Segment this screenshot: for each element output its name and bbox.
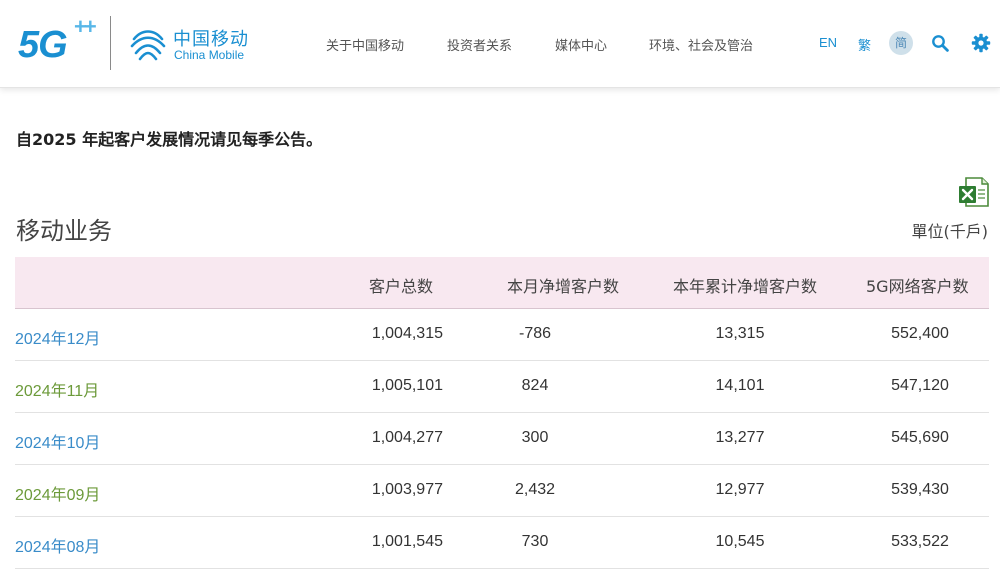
row-month-link[interactable]: 2024年08月 (15, 533, 100, 557)
row-month-link[interactable]: 2024年10月 (15, 429, 100, 453)
cell-total-customers: 1,004,315 (371, 325, 443, 342)
nav-investor-relations[interactable]: 投资者关系 (447, 35, 512, 54)
row-month-link[interactable]: 2024年11月 (15, 377, 99, 401)
cell-monthly-net-add: 730 (521, 533, 549, 550)
section-title: 移动业务 (16, 217, 112, 245)
cell-5g-customers: 533,522 (891, 533, 949, 550)
cell-ytd-net-add: 12,977 (715, 481, 765, 498)
row-month-link[interactable]: 2024年09月 (15, 481, 100, 505)
search-icon[interactable] (931, 34, 949, 52)
table-row: 2024年12月 1,004,315 -786 13,315 552,400 (15, 309, 989, 361)
brand-name-en[interactable]: China Mobile (174, 48, 244, 62)
cell-5g-customers: 539,430 (891, 481, 949, 498)
cell-monthly-net-add: -786 (518, 325, 552, 342)
5g-logo-plus: ++ (74, 14, 97, 39)
cell-monthly-net-add: 2,432 (514, 481, 556, 498)
header-ytd-net-add: 本年累计净增客户数 (673, 277, 818, 296)
nav-media-center[interactable]: 媒体中心 (555, 35, 607, 54)
cell-monthly-net-add: 300 (521, 429, 549, 446)
table-row: 2024年11月 1,005,101 824 14,101 547,120 (15, 361, 989, 413)
logo-divider (110, 16, 111, 70)
row-month-link[interactable]: 2024年12月 (15, 325, 100, 349)
cell-ytd-net-add: 13,277 (715, 429, 765, 446)
excel-icon[interactable] (958, 176, 990, 210)
cell-total-customers: 1,004,277 (371, 429, 443, 446)
header-5g-customers: 5G网络客户数 (866, 277, 969, 296)
lang-simplified-label: 简 (894, 36, 907, 50)
nav-esg[interactable]: 环境、社会及管治 (649, 35, 753, 54)
cell-5g-customers: 545,690 (891, 429, 949, 446)
cell-ytd-net-add: 14,101 (715, 377, 765, 394)
cell-monthly-net-add: 824 (521, 377, 549, 394)
cell-total-customers: 1,003,977 (371, 481, 443, 498)
site-header: 5G ++ 中国移动 China Mobile 关于中国移动 投资者关系 媒体中… (0, 0, 1000, 88)
lang-english[interactable]: EN (819, 35, 837, 50)
5g-logo[interactable]: 5G ++ (18, 14, 102, 68)
cell-5g-customers: 547,120 (891, 377, 949, 394)
lang-traditional[interactable]: 繁 (858, 35, 871, 54)
table-row: 2024年08月 1,001,545 730 10,545 533,522 (15, 517, 989, 569)
lang-simplified[interactable]: 简 (889, 31, 913, 55)
cell-ytd-net-add: 13,315 (715, 325, 765, 342)
cell-ytd-net-add: 10,545 (715, 533, 765, 550)
unit-label: 單位(千戶) (911, 222, 989, 241)
table-row: 2024年09月 1,003,977 2,432 12,977 539,430 (15, 465, 989, 517)
table-header: 客户总数 本月净增客户数 本年累计净增客户数 5G网络客户数 (15, 257, 989, 309)
header-total-customers: 客户总数 (369, 277, 434, 296)
quarterly-notice: 自2025 年起客户发展情况请见每季公告。 (16, 130, 323, 149)
5g-logo-text: 5G (18, 24, 68, 66)
mobile-business-table: 客户总数 本月净增客户数 本年累计净增客户数 5G网络客户数 2024年12月 1… (15, 257, 989, 569)
gear-icon[interactable] (971, 33, 991, 53)
table-row: 2024年10月 1,004,277 300 13,277 545,690 (15, 413, 989, 465)
cell-5g-customers: 552,400 (891, 325, 949, 342)
cell-total-customers: 1,001,545 (371, 533, 443, 550)
cell-total-customers: 1,005,101 (371, 377, 443, 394)
header-monthly-net-add: 本月净增客户数 (507, 277, 620, 296)
nav-about[interactable]: 关于中国移动 (326, 35, 404, 54)
china-mobile-emblem-icon[interactable] (128, 25, 168, 65)
